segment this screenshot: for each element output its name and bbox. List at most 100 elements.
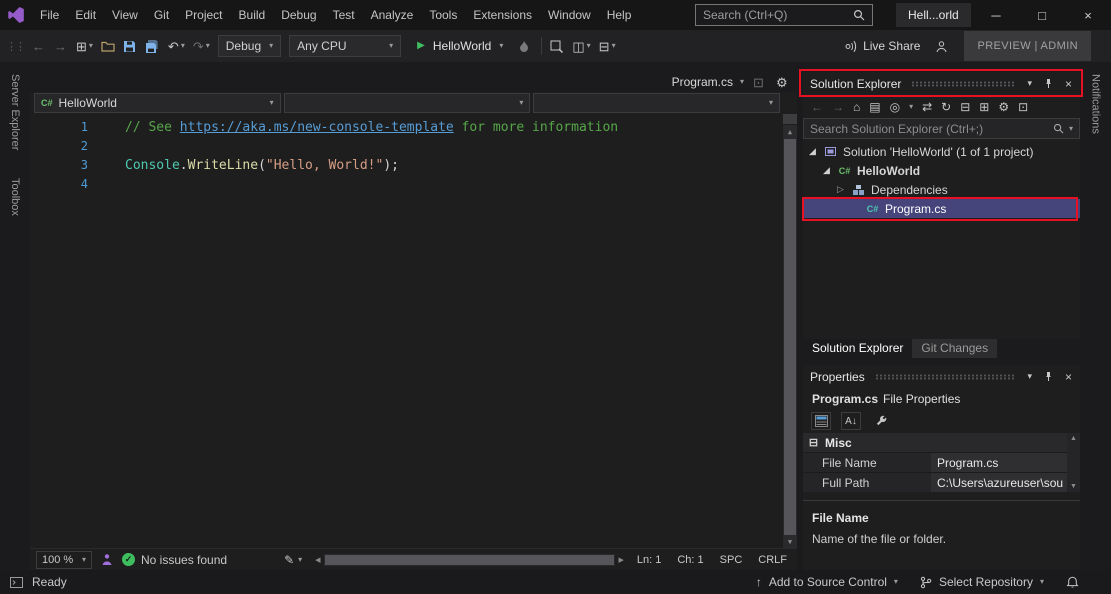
menu-tools[interactable]: Tools: [421, 0, 465, 30]
preview-selected-items-icon[interactable]: ⊡: [1018, 101, 1028, 113]
code-line-3[interactable]: 3Console.WriteLine("Hello, World!");: [30, 156, 797, 175]
maximize-button[interactable]: □: [1019, 0, 1065, 30]
menu-help[interactable]: Help: [599, 0, 640, 30]
alphabetical-icon[interactable]: A↓: [841, 412, 861, 430]
scrollbar-thumb[interactable]: [784, 139, 796, 535]
collapse-all-icon[interactable]: ⊟: [960, 101, 970, 113]
back-icon[interactable]: ←: [811, 101, 823, 113]
notifications-bell-icon[interactable]: [1066, 576, 1079, 589]
tree-item-solution-helloworld-1-of-1-project[interactable]: ◢Solution 'HelloWorld' (1 of 1 project): [803, 142, 1080, 161]
member-dropdown[interactable]: ▾: [533, 93, 780, 113]
redo-icon[interactable]: ↷▾: [193, 40, 210, 53]
horizontal-scrollbar[interactable]: ◀ ▶: [315, 554, 624, 566]
tab-list-caret-icon[interactable]: ▾: [740, 78, 744, 86]
property-row-full-path[interactable]: Full PathC:\Users\azureuser\sou: [803, 472, 1067, 492]
solution-explorer-header[interactable]: Solution Explorer ▾ ×: [803, 72, 1080, 95]
pin-icon[interactable]: [1041, 371, 1056, 382]
solution-configuration-combo[interactable]: Debug▾: [218, 35, 281, 57]
document-tab-program-cs[interactable]: Program.cs ▾: [672, 75, 744, 89]
pending-changes-filter-icon[interactable]: ◎: [890, 101, 900, 113]
close-button[interactable]: ×: [1065, 0, 1111, 30]
close-panel-icon[interactable]: ×: [1063, 370, 1074, 384]
undo-icon[interactable]: ↶▾: [168, 40, 185, 53]
code-cleanup-button[interactable]: ✎ ▾: [284, 553, 302, 567]
tree-item-dependencies[interactable]: ▷Dependencies: [803, 180, 1080, 199]
save-icon[interactable]: [123, 40, 137, 53]
menu-view[interactable]: View: [104, 0, 146, 30]
drag-handle[interactable]: [875, 374, 1016, 380]
document-health-indicator[interactable]: ✓ No issues found: [122, 553, 227, 567]
menu-project[interactable]: Project: [177, 0, 230, 30]
category-row-misc[interactable]: ⊟ Misc: [803, 433, 1067, 452]
code-area[interactable]: 1// See https://aka.ms/new-console-templ…: [30, 114, 797, 548]
show-all-files-icon[interactable]: ⊞: [979, 101, 989, 113]
pin-icon[interactable]: [1041, 78, 1056, 89]
live-share-button[interactable]: Live Share: [844, 39, 920, 53]
tree-item-helloworld[interactable]: ◢C#HelloWorld: [803, 161, 1080, 180]
scroll-up-icon[interactable]: ▲: [1070, 435, 1077, 442]
tree-expander-icon[interactable]: ▷: [835, 184, 846, 195]
menu-window[interactable]: Window: [540, 0, 599, 30]
switch-views-icon[interactable]: ▤: [869, 101, 880, 113]
solution-platform-combo[interactable]: Any CPU▾: [289, 35, 401, 57]
properties-header[interactable]: Properties ▾ ×: [803, 365, 1080, 388]
project-dropdown[interactable]: C# HelloWorld ▾: [34, 93, 281, 113]
menu-file[interactable]: File: [32, 0, 67, 30]
code-line-2[interactable]: 2: [30, 137, 797, 156]
tree-item-program-cs[interactable]: C#Program.cs: [803, 199, 1080, 218]
menu-analyze[interactable]: Analyze: [363, 0, 422, 30]
scroll-left-icon[interactable]: ◀: [315, 556, 320, 564]
column-indicator[interactable]: Ch: 1: [677, 554, 703, 566]
menu-debug[interactable]: Debug: [273, 0, 324, 30]
vertical-tab-notifications[interactable]: Notifications: [1090, 74, 1102, 134]
scroll-up-icon[interactable]: ▲: [783, 125, 797, 138]
zoom-combo[interactable]: 100 %▾: [36, 551, 92, 569]
h-scroll-track[interactable]: [324, 554, 616, 566]
menu-test[interactable]: Test: [325, 0, 363, 30]
editor-layout-icon[interactable]: ◫▾: [572, 40, 590, 53]
search-options-caret-icon[interactable]: ▾: [1069, 125, 1073, 133]
save-all-icon[interactable]: [145, 40, 160, 53]
vertical-tab-server-explorer[interactable]: Server Explorer: [9, 74, 21, 150]
menu-build[interactable]: Build: [231, 0, 274, 30]
drag-handle[interactable]: [911, 81, 1015, 87]
h-scroll-thumb[interactable]: [325, 555, 615, 565]
window-position-caret-icon[interactable]: ▾: [1025, 78, 1034, 89]
property-row-file-name[interactable]: File NameProgram.cs: [803, 452, 1067, 472]
properties-grid-scrollbar[interactable]: ▲ ▼: [1067, 433, 1080, 492]
tree-expander-icon[interactable]: ◢: [821, 165, 832, 176]
forward-icon[interactable]: →: [832, 101, 844, 113]
pending-changes-filter-icon-caret[interactable]: ▾: [909, 103, 913, 111]
minimize-button[interactable]: ─: [973, 0, 1019, 30]
select-repository-button[interactable]: Select Repository ▾: [920, 575, 1044, 589]
splitter-handle[interactable]: [783, 114, 797, 125]
vertical-tab-toolbox[interactable]: Toolbox: [9, 178, 21, 216]
start-debugging-button[interactable]: ▶ HelloWorld ▾: [409, 35, 511, 57]
code-line-4[interactable]: 4: [30, 175, 797, 194]
type-dropdown[interactable]: ▾: [284, 93, 531, 113]
window-position-caret-icon[interactable]: ▾: [1025, 371, 1034, 382]
hot-reload-icon[interactable]: [519, 40, 533, 53]
scroll-down-icon[interactable]: ▼: [1070, 483, 1077, 490]
line-ending-indicator[interactable]: CRLF: [758, 554, 787, 566]
quick-search-box[interactable]: Search (Ctrl+Q): [695, 4, 873, 26]
feedback-icon[interactable]: [935, 40, 949, 53]
property-value[interactable]: C:\Users\azureuser\sou: [931, 473, 1067, 492]
scroll-down-icon[interactable]: ▼: [783, 535, 797, 548]
spaces-indicator[interactable]: SPC: [720, 554, 743, 566]
line-indicator[interactable]: Ln: 1: [637, 554, 661, 566]
menu-edit[interactable]: Edit: [67, 0, 104, 30]
tree-expander-icon[interactable]: ◢: [807, 146, 818, 157]
close-panel-icon[interactable]: ×: [1063, 77, 1074, 91]
properties-gear-icon[interactable]: ⚙: [998, 101, 1009, 113]
intellisense-person-icon[interactable]: [101, 553, 113, 566]
refresh-icon[interactable]: ↻: [941, 101, 951, 113]
new-project-icon[interactable]: ⊞▾: [76, 40, 93, 53]
menu-git[interactable]: Git: [146, 0, 177, 30]
category-collapse-icon[interactable]: ⊟: [808, 436, 819, 449]
panel-tab-solution-explorer[interactable]: Solution Explorer: [803, 339, 912, 358]
background-tasks-icon[interactable]: [10, 577, 23, 588]
vertical-scrollbar[interactable]: ▲ ▼: [783, 114, 797, 548]
find-in-files-icon[interactable]: [550, 40, 564, 53]
editor-options-gear-icon[interactable]: ⚙: [776, 76, 790, 89]
